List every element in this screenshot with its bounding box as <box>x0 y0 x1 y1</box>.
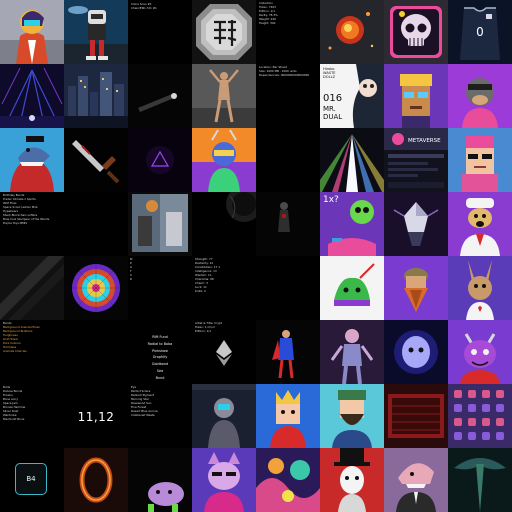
tile-r4c2-vertical-letters[interactable]: M P A T S R <box>128 256 192 320</box>
tile-r4c1-mandala[interactable] <box>64 256 128 320</box>
nft-thumbnail-grid: Clone Scan #1 Chain/ERC-721 #1 Collectio… <box>0 0 512 512</box>
metadata-line: Height: 340 <box>259 21 276 25</box>
tile-r6c5-bearded-man[interactable] <box>320 384 384 448</box>
tile-r2c6-metaverse-poster[interactable]: METAVERSE <box>384 128 448 192</box>
tile-r1c4-text-metadata[interactable]: Location: Bar Street Size: 1000 MB - 100… <box>256 64 320 128</box>
tile-r5c2-menu-list[interactable]: RIM Fund Radial to Boba Pinkshaw Graphif… <box>128 320 192 384</box>
tile-r4c5-green-blob-with-straw[interactable] <box>320 256 384 320</box>
tile-r5c1-black[interactable] <box>64 320 128 384</box>
tile-r5c5-robot-woman[interactable] <box>320 320 384 384</box>
tile-r1c7-cartoon-ape[interactable] <box>448 64 512 128</box>
tile-r2c5-light-prism[interactable] <box>320 128 384 192</box>
b4-badge: B4 <box>15 463 47 495</box>
tile-r7c3-pink-cat[interactable] <box>192 448 256 512</box>
tile-overlay-label: 1x? <box>323 195 339 205</box>
tile-r4c4-black[interactable] <box>256 256 320 320</box>
tile-r7c6-shark-suit[interactable] <box>384 448 448 512</box>
tile-r1c0-concert-stage[interactable] <box>0 64 64 128</box>
tile-r2c0-shark-pirate[interactable] <box>0 128 64 192</box>
tile-r6c1-number-label[interactable]: 11,12 <box>64 384 128 448</box>
menu-item[interactable]: RIM Fund <box>128 334 192 341</box>
tile-r5c4-superhero-figure[interactable] <box>256 320 320 384</box>
tile-r1c5-doll-card[interactable]: Hiroko WASTE DOLLZ 016 MR. DUAL <box>320 64 384 128</box>
tile-r0c7-basketball-jersey[interactable]: 0 <box>448 0 512 64</box>
tile-r4c7-jackal-heart[interactable] <box>448 256 512 320</box>
tile-r5c7-purple-devil[interactable] <box>448 320 512 384</box>
tile-r1c3-figure-pose[interactable] <box>192 64 256 128</box>
tile-r7c1-fire-ring[interactable] <box>64 448 128 512</box>
tile-r2c4-black[interactable] <box>256 128 320 192</box>
tile-r6c7-dot-grid[interactable] <box>448 384 512 448</box>
menu-item[interactable]: Graphify <box>128 354 192 361</box>
tile-r5c3-crypto-card[interactable]: Artist & Title: Crypt Token: 1 mind Edit… <box>192 320 256 384</box>
tile-r7c7-dark-creature[interactable] <box>448 448 512 512</box>
tile-r6c3-space-robot[interactable] <box>192 384 256 448</box>
side-label: R <box>130 277 132 281</box>
menu-item[interactable]: Pinkshaw <box>128 348 192 355</box>
tile-r4c0-stripes[interactable] <box>0 256 64 320</box>
metadata-line: Chain/ERC-721 #1 <box>131 6 157 10</box>
tile-r3c4-dark-figure[interactable] <box>256 192 320 256</box>
list-line: Machinist Bone <box>3 417 25 421</box>
tile-r3c6-spiky-gem[interactable] <box>384 192 448 256</box>
svg-text:0: 0 <box>476 25 484 39</box>
tile-r3c2-movie-poster[interactable] <box>128 192 192 256</box>
tile-r2c1-bloody-sword[interactable] <box>64 128 128 192</box>
tile-r0c3-stone-kanji-badge[interactable] <box>192 0 256 64</box>
tile-r2c7-pink-beanie-guy[interactable] <box>448 128 512 192</box>
poster-brand: METAVERSE <box>408 138 441 144</box>
menu-item[interactable]: Radial to Boba <box>128 341 192 348</box>
tile-r3c5-green-alien[interactable]: 1x? <box>320 192 384 256</box>
tile-r5c6-glowing-ghost[interactable] <box>384 320 448 384</box>
tile-r6c0-text-list[interactable]: Birds Deluxe Bonds Frowns Bone Ivory Spa… <box>0 384 64 448</box>
tile-r3c0-text-list[interactable]: Birthday Bonds Trader Climate x Spirits … <box>0 192 64 256</box>
metadata-line: Dependencies: 0000000000000000 <box>259 73 310 77</box>
stat-line: Knife: 4 <box>195 289 206 293</box>
tile-r6c6-red-frame[interactable] <box>384 384 448 448</box>
tile-r1c6-pixel-punk[interactable] <box>384 64 448 128</box>
tile-r7c2-purple-blob[interactable] <box>128 448 192 512</box>
number-label: 11,12 <box>77 410 115 424</box>
tile-r1c2-dark-beam[interactable] <box>128 64 192 128</box>
tile-r0c1-robot-figure[interactable] <box>64 0 128 64</box>
tile-r0c5-fire-planet[interactable] <box>320 0 384 64</box>
tile-r7c4-psychedelic-art[interactable] <box>256 448 320 512</box>
list-line: Cobblenet Waste <box>131 413 155 417</box>
menu-item[interactable]: Bnnd <box>128 375 192 382</box>
tile-r4c6-bearded-pharaoh[interactable] <box>384 256 448 320</box>
tile-r3c3-dark-disc[interactable] <box>192 192 256 256</box>
tile-r0c4-text-metadata[interactable]: Collection Token: 7403 Edition: 1/1 Rari… <box>256 0 320 64</box>
tile-r5c0-stat-list[interactable]: Bonds Background Grendel Elven Backgroun… <box>0 320 64 384</box>
tile-r1c1-night-city[interactable] <box>64 64 128 128</box>
list-line: Animals Cherries <box>3 349 27 353</box>
list-line: Purple Toys MMIV <box>3 221 28 225</box>
centered-menu: RIM Fund Radial to Boba Pinkshaw Graphif… <box>128 334 192 382</box>
tile-r4c3-stat-list[interactable]: Strength: 77 Dexterity: 12 Constitution:… <box>192 256 256 320</box>
menu-item[interactable]: Goldbond <box>128 361 192 368</box>
tile-r6c2-text-list[interactable]: Eye Perfect Sclera Radiant Pigment Morni… <box>128 384 192 448</box>
tile-r3c1-black[interactable] <box>64 192 128 256</box>
tile-r7c5-top-hat-weasel[interactable] <box>320 448 384 512</box>
tile-r0c0-astronaut-portrait[interactable] <box>0 0 64 64</box>
tile-r2c3-alien-warrior[interactable] <box>192 128 256 192</box>
tile-r0c6-neon-skull[interactable] <box>384 0 448 64</box>
tile-r3c7-chef-dog[interactable] <box>448 192 512 256</box>
menu-item[interactable]: Sea <box>128 368 192 375</box>
tile-r0c2-text-metadata[interactable]: Clone Scan #1 Chain/ERC-721 #1 <box>128 0 192 64</box>
tile-r2c2-purple-triangle[interactable] <box>128 128 192 192</box>
tile-r6c4-crowned-king[interactable] <box>256 384 320 448</box>
tile-r7c0-b4-badge[interactable]: B4 <box>0 448 64 512</box>
